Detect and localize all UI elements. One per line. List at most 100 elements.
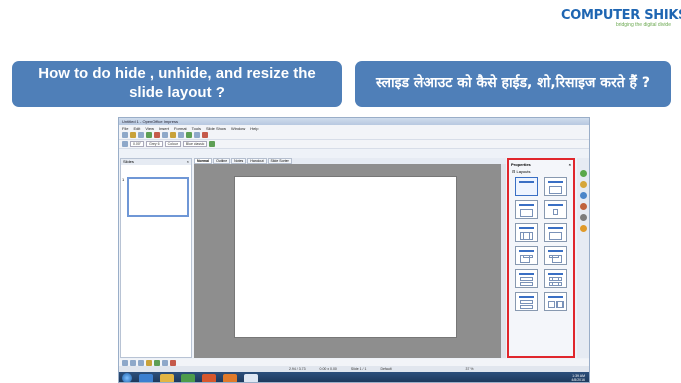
slide-indicator: Slide 1 / 1 [350,367,367,371]
layout-six-content[interactable] [544,292,567,311]
ellipse-icon[interactable] [146,359,152,366]
open-icon[interactable] [130,132,136,138]
layout-grid [509,175,573,313]
editor-area: Normal Outline Notes Handout Slide Sorte… [194,158,506,358]
close-icon[interactable]: × [569,162,571,167]
table-icon[interactable] [194,132,200,138]
system-clock[interactable]: 1:39 AM 4/8/2016 [571,374,589,382]
window-title: Untitled 1 - OpenOffice Impress [122,119,178,124]
layout-four-content[interactable] [544,269,567,288]
english-question-text: How to do hide , unhide, and resize the … [38,65,316,101]
english-question-banner: How to do hide , unhide, and resize the … [12,61,342,107]
media-icon[interactable] [181,373,195,382]
collapse-icon[interactable]: ⊟ [512,169,515,174]
slide-transition-icon[interactable] [580,203,587,210]
properties-deck-icon[interactable] [580,170,587,177]
menu-edit[interactable]: Edit [133,126,140,131]
close-icon[interactable]: × [187,159,189,165]
ie-icon[interactable] [139,373,153,382]
sidebar-deck-tabs [577,158,589,358]
layout-blank[interactable] [515,177,538,196]
chart-icon[interactable] [186,132,192,138]
logo-title: COMPUTER SHIKSHA [561,8,681,23]
new-icon[interactable] [122,132,128,138]
paste-icon[interactable] [170,132,176,138]
save-icon[interactable] [138,132,144,138]
line-icon[interactable] [130,359,136,366]
fill-color-select[interactable]: Blue classic [182,141,208,147]
cursor-position: 2.94 / 3.73 [289,367,306,371]
work-area: Slides × 1 Normal Outline Notes Handout … [119,158,589,358]
tab-handout[interactable]: Handout [247,158,267,164]
rectangle-icon[interactable] [138,359,144,366]
layouts-section-header[interactable]: ⊟ Layouts [509,168,573,175]
layout-title-content[interactable] [544,177,567,196]
tab-slide-sorter[interactable]: Slide Sorter [267,158,292,164]
menu-file[interactable]: File [122,126,128,131]
hindi-question-text: स्लाइड लेआउट को कैसे हाईड, शो,रिसाइज करत… [376,75,650,92]
select-icon[interactable] [122,359,128,366]
properties-panel: Properties × ⊟ Layouts [507,158,575,358]
shapes-icon[interactable] [162,359,168,366]
fill-type-select[interactable]: Colour [164,141,181,147]
layout-content-left[interactable] [515,246,538,265]
text-icon[interactable] [154,359,160,366]
help-icon[interactable] [202,132,208,138]
line-fill-toolbar: 0.00" Grey 6 Colour Blue classic [119,140,589,149]
layout-title-two-rows[interactable] [515,269,538,288]
layout-content-right[interactable] [544,246,567,265]
navigator-icon[interactable] [580,225,587,232]
line-style-icon[interactable] [122,141,128,147]
menu-insert[interactable]: Insert [159,126,169,131]
menu-slide-show[interactable]: Slide Show [206,126,226,131]
slides-pane: Slides × 1 [120,158,192,358]
line-width-field[interactable]: 0.00" [130,141,145,147]
computer-shiksha-logo: COMPUTER SHIKSHA bridging the digital di… [561,8,681,38]
standard-toolbar [119,131,589,140]
drawing-toolbar [119,359,589,366]
app-icon[interactable] [202,373,216,382]
explorer-icon[interactable] [160,373,174,382]
properties-header: Properties × [509,160,573,168]
tab-notes[interactable]: Notes [231,158,247,164]
slides-pane-title: Slides [123,159,134,164]
layout-centered-text[interactable] [544,200,567,219]
start-button[interactable] [122,373,132,382]
properties-title: Properties [511,161,531,167]
layout-two-content[interactable] [515,223,538,242]
windows-taskbar: 1:39 AM 4/8/2016 [119,372,589,382]
layout-title-content-2[interactable] [544,223,567,242]
menu-tools[interactable]: Tools [192,126,201,131]
print-icon[interactable] [146,132,152,138]
shadow-icon[interactable] [209,141,216,147]
slide-canvas[interactable] [234,176,457,338]
menu-format[interactable]: Format [174,126,187,131]
tab-normal[interactable]: Normal [194,158,213,164]
hindi-question-banner: स्लाइड लेआउट को कैसे हाईड, शो,रिसाइज करत… [355,61,671,107]
menu-help[interactable]: Help [250,126,258,131]
impress-task-icon[interactable] [244,373,258,382]
menu-window[interactable]: Window [231,126,245,131]
undo-icon[interactable] [178,132,184,138]
cut-icon[interactable] [162,132,168,138]
impress-window: Untitled 1 - OpenOffice Impress File Edi… [118,117,590,383]
layouts-label: Layouts [516,169,531,174]
menu-view[interactable]: View [145,126,154,131]
zoom-level[interactable]: 37 % [466,367,474,371]
fontwork-icon[interactable] [170,359,176,366]
clock-date: 4/8/2016 [571,378,585,382]
gallery-icon[interactable] [580,214,587,221]
slide-number: 1 [122,177,125,182]
layout-title-only[interactable] [515,200,538,219]
line-color-select[interactable]: Grey 6 [146,141,163,147]
vertical-scrollbar[interactable] [501,164,506,358]
master-pages-icon[interactable] [580,181,587,188]
custom-animation-icon[interactable] [580,192,587,199]
view-tabs: Normal Outline Notes Handout Slide Sorte… [194,158,506,164]
layout-two-rows-alt[interactable] [515,292,538,311]
firefox-icon[interactable] [223,373,237,382]
slides-pane-header: Slides × [121,159,191,165]
slide-thumbnail[interactable] [127,177,189,217]
tab-outline[interactable]: Outline [213,158,231,164]
spellcheck-icon[interactable] [154,132,160,138]
